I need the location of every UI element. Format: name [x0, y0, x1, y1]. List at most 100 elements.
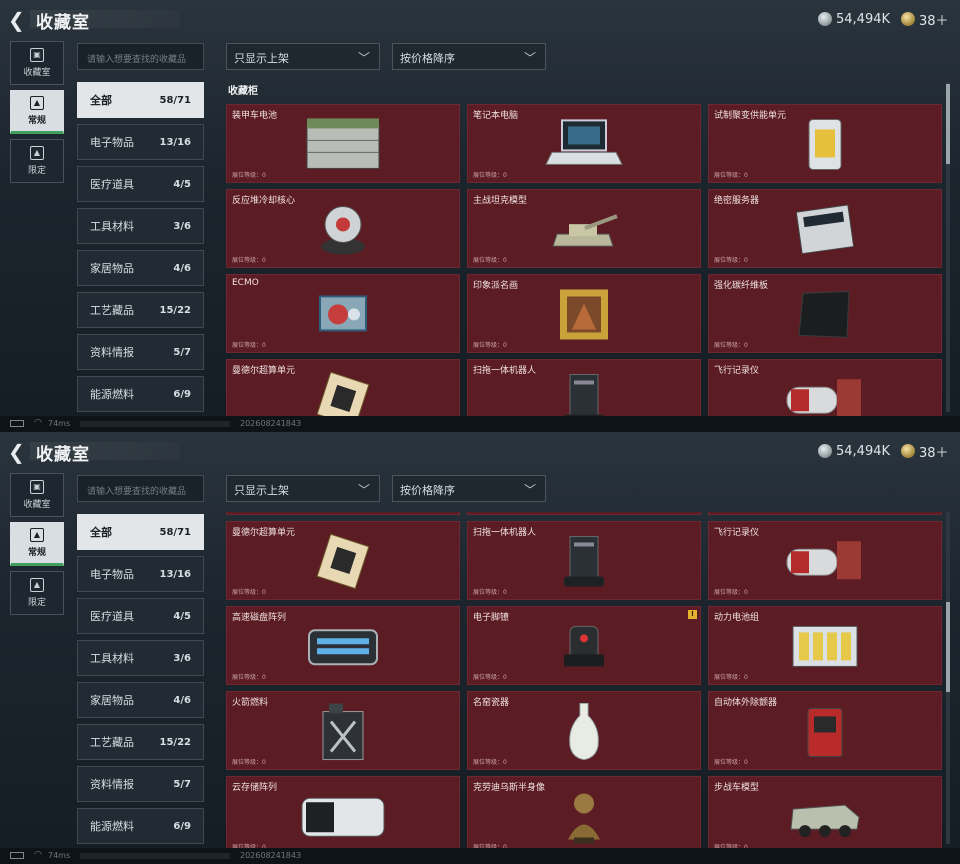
nav-label: 收藏室 [23, 500, 51, 510]
nav-regular[interactable]: ▲ 常规 [10, 522, 64, 566]
search-input[interactable]: 请输入想要查找的收藏品 [77, 475, 204, 502]
painting-icon [556, 285, 612, 347]
scrollbar[interactable] [946, 512, 950, 844]
collection-tile[interactable]: 动力电池组 展位等级：0 [708, 606, 942, 685]
collection-tile[interactable]: 展位等级：0 [226, 512, 460, 515]
collection-room-icon: ▣ [30, 48, 44, 62]
scrollbar[interactable] [946, 82, 950, 412]
category-all[interactable]: 全部 58/71 [77, 82, 204, 118]
collection-tile[interactable]: 火箭燃料 展位等级：0 [226, 691, 460, 770]
reactor-core-icon [313, 200, 373, 262]
back-arrow-icon[interactable]: ❮ [8, 9, 30, 31]
category-intel[interactable]: 资料情报 5/7 [77, 334, 204, 370]
category-energy[interactable]: 能源燃料 6/9 [77, 376, 204, 412]
category-tools[interactable]: 工具材料 3/6 [77, 208, 204, 244]
category-tools[interactable]: 工具材料 3/6 [77, 640, 204, 676]
category-crafts[interactable]: 工艺藏品 15/22 [77, 724, 204, 760]
item-name: 动力电池组 [714, 613, 760, 623]
category-count: 3/6 [173, 220, 191, 232]
collection-tile[interactable]: 飞行记录仪展位等级：0 [708, 521, 942, 600]
chevron-down-icon: ﹀ [357, 51, 370, 65]
collection-tile[interactable]: 反应堆冷却核心 展位等级：0 [226, 189, 460, 268]
scrollbar-thumb[interactable] [946, 84, 950, 164]
category-count: 4/5 [173, 178, 191, 190]
nav-label: 限定 [27, 598, 46, 608]
collection-tile[interactable]: 扫拖一体机器人展位等级：0 [467, 359, 701, 416]
shelf-filter-dropdown[interactable]: 只显示上架 ﹀ [226, 43, 380, 70]
collection-tile[interactable]: 名窑瓷器 展位等级：0 [467, 691, 701, 770]
item-name: 飞行记录仪 [714, 528, 760, 538]
item-name: 试制聚变供能单元 [714, 111, 787, 121]
ping-text: 74ms [48, 419, 71, 428]
collection-tile[interactable]: 展位等级：0 [708, 512, 942, 515]
display-level: 展位等级：0 [714, 759, 748, 766]
nav-limited[interactable]: ▲ 限定 [10, 571, 64, 615]
collection-tile[interactable]: ECMO 展位等级：0 [226, 274, 460, 353]
category-household[interactable]: 家居物品 4/6 [77, 682, 204, 718]
search-input[interactable]: 请输入想要查找的收藏品 [77, 43, 204, 70]
collection-tile[interactable]: 曼德尔超算单元展位等级：0 [226, 359, 460, 416]
collection-tile[interactable]: 自动体外除颤器 展位等级：0 [708, 691, 942, 770]
gold-currency[interactable]: 38＋ [901, 10, 949, 29]
collection-tile[interactable]: 曼德尔超算单元展位等级：0 [226, 521, 460, 600]
nav-collection-room[interactable]: ▣ 收藏室 [10, 473, 64, 517]
item-name: 火箭燃料 [232, 698, 269, 708]
collection-tile[interactable]: 飞行记录仪展位等级：0 [708, 359, 942, 416]
nav-regular[interactable]: ▲ 常规 [10, 90, 64, 134]
collection-tile[interactable]: 展位等级：0 [467, 512, 701, 515]
category-count: 15/22 [159, 304, 191, 316]
collection-tile[interactable]: 电子脚镣! 展位等级：0 [467, 606, 701, 685]
category-all[interactable]: 全部 58/71 [77, 514, 204, 550]
sort-dropdown[interactable]: 按价格降序 ﹀ [392, 43, 546, 70]
collection-tile[interactable]: 印象派名画 展位等级：0 [467, 274, 701, 353]
category-label: 能源燃料 [90, 388, 134, 401]
disk-array-icon [305, 620, 381, 676]
ankle-monitor-icon [556, 618, 612, 678]
category-label: 工具材料 [90, 652, 134, 665]
robot-icon [556, 532, 612, 594]
category-count: 4/6 [173, 694, 191, 706]
category-crafts[interactable]: 工艺藏品 15/22 [77, 292, 204, 328]
item-name: 扫拖一体机器人 [473, 366, 537, 376]
collection-tile[interactable]: 绝密服务器 展位等级：0 [708, 189, 942, 268]
nav-limited[interactable]: ▲ 限定 [10, 139, 64, 183]
collection-tile[interactable]: 笔记本电脑 展位等级：0 [467, 104, 701, 183]
grid-inner: 展位等级：0 展位等级：0 展位等级：0 曼德尔超算单元展位等级：0扫拖一体机器人展位… [226, 512, 943, 848]
collection-tile[interactable]: 步战车模型 展位等级：0 [708, 776, 942, 848]
collection-tile[interactable]: 强化碳纤维板 展位等级：0 [708, 274, 942, 353]
back-arrow-icon[interactable]: ❮ [8, 441, 30, 463]
gold-coin-icon [901, 12, 915, 26]
collection-tile[interactable]: 主战坦克模型 展位等级：0 [467, 189, 701, 268]
item-name: 强化碳纤维板 [714, 281, 769, 291]
nav-label: 限定 [27, 166, 46, 176]
collection-tile[interactable]: 扫拖一体机器人展位等级：0 [467, 521, 701, 600]
category-label: 医疗道具 [90, 610, 134, 623]
chevron-down-icon: ﹀ [523, 483, 536, 497]
silver-coin-icon [818, 12, 832, 26]
category-count: 13/16 [159, 136, 191, 148]
collection-tile[interactable]: 高速磁盘阵列 展位等级：0 [226, 606, 460, 685]
category-household[interactable]: 家居物品 4/6 [77, 250, 204, 286]
category-electronics[interactable]: 电子物品 13/16 [77, 124, 204, 160]
collection-tile[interactable]: 试制聚变供能单元 展位等级：0 [708, 104, 942, 183]
category-label: 资料情报 [90, 346, 134, 359]
collection-tile[interactable]: 云存储阵列 展位等级：0 [226, 776, 460, 848]
category-medical[interactable]: 医疗道具 4/5 [77, 166, 204, 202]
collection-tile[interactable]: 装甲车电池 展位等级：0 [226, 104, 460, 183]
category-energy[interactable]: 能源燃料 6/9 [77, 808, 204, 844]
scrollbar-thumb[interactable] [946, 602, 950, 692]
category-count: 15/22 [159, 736, 191, 748]
flight-recorder-icon [785, 535, 865, 591]
cpu-icon [313, 533, 373, 593]
category-electronics[interactable]: 电子物品 13/16 [77, 556, 204, 592]
page-title: 收藏室 [36, 13, 90, 33]
category-label: 全部 [90, 94, 112, 107]
category-label: 工艺藏品 [90, 736, 134, 749]
sort-dropdown[interactable]: 按价格降序 ﹀ [392, 475, 546, 502]
category-intel[interactable]: 资料情报 5/7 [77, 766, 204, 802]
nav-collection-room[interactable]: ▣ 收藏室 [10, 41, 64, 85]
collection-tile[interactable]: 克劳迪乌斯半身像 展位等级：0 [467, 776, 701, 848]
category-medical[interactable]: 医疗道具 4/5 [77, 598, 204, 634]
shelf-filter-dropdown[interactable]: 只显示上架 ﹀ [226, 475, 380, 502]
gold-currency[interactable]: 38＋ [901, 442, 949, 461]
